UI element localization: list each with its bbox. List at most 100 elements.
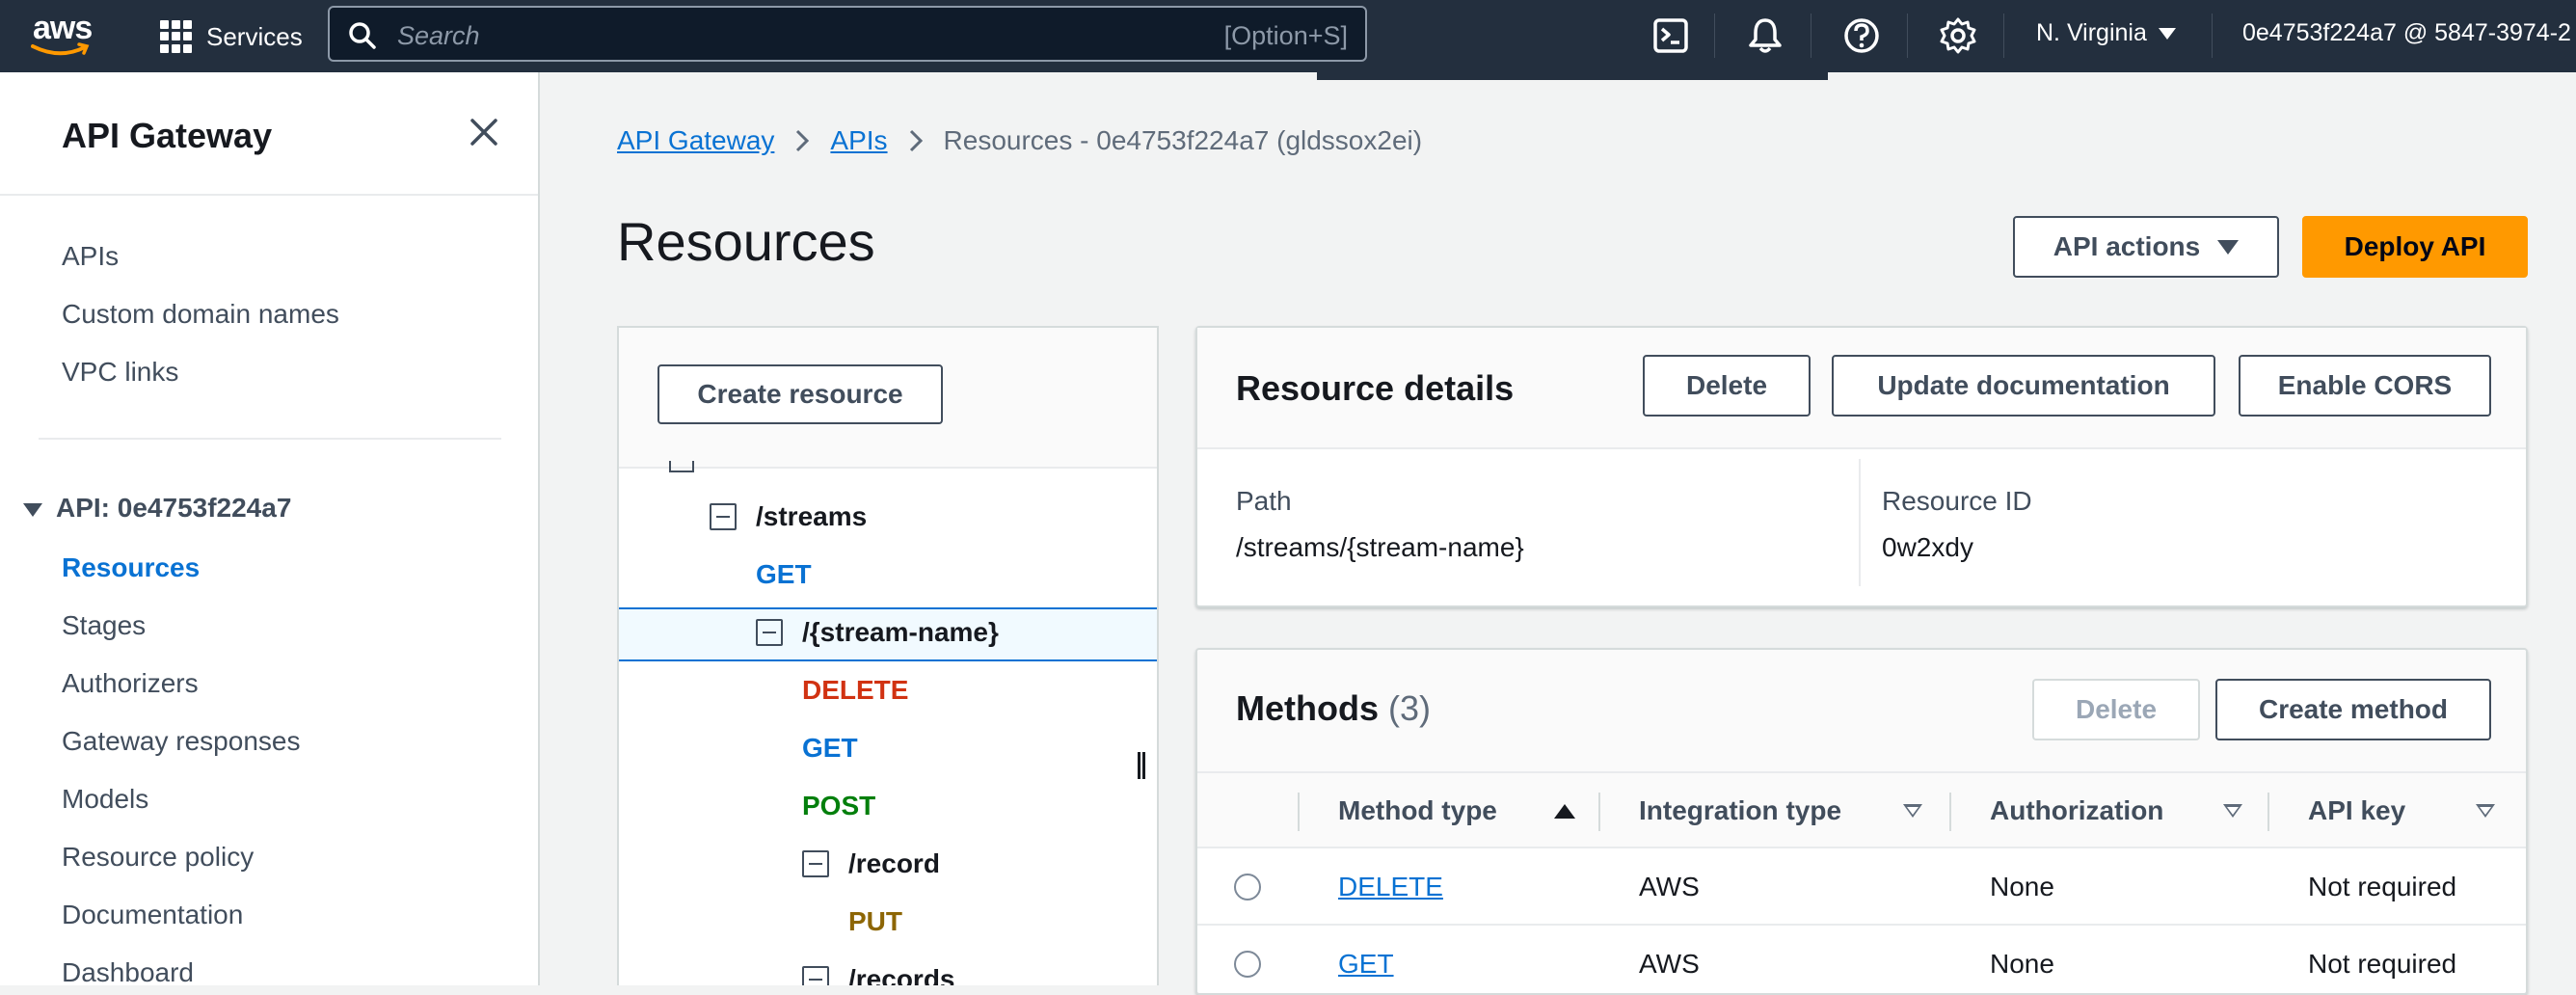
column-integration-type[interactable]: Integration type: [1639, 773, 1841, 848]
sidebar-divider: [0, 194, 538, 196]
sidebar-title: API Gateway: [62, 116, 273, 155]
cloudshell-icon[interactable]: [1650, 15, 1691, 56]
update-documentation-button[interactable]: Update documentation: [1832, 355, 2215, 417]
method-link[interactable]: GET: [1338, 949, 1394, 980]
region-selector[interactable]: N. Virginia: [2036, 19, 2176, 47]
sort-ascending-icon[interactable]: [1554, 804, 1575, 819]
row-radio[interactable]: [1234, 951, 1261, 978]
minus-square-icon[interactable]: [710, 503, 737, 530]
deploy-api-button[interactable]: Deploy API: [2302, 216, 2528, 278]
account-menu[interactable]: 0e4753f224a7 @ 5847-3974-2: [2242, 19, 2571, 47]
sidebar-item-custom-domain-names[interactable]: Custom domain names: [62, 299, 339, 330]
aws-logo[interactable]: aws: [31, 10, 98, 62]
breadcrumb: API Gateway APIs Resources - 0e4753f224a…: [617, 125, 1422, 156]
sidebar-item-apis[interactable]: APIs: [62, 241, 119, 272]
breadcrumb-api-gateway[interactable]: API Gateway: [617, 125, 774, 156]
minus-square-icon[interactable]: [802, 966, 829, 985]
method-link[interactable]: DELETE: [1338, 872, 1443, 902]
tree-node-label: /records: [848, 964, 955, 985]
resource-tree-panel: Create resource /streams GET /{stream-na…: [617, 326, 1159, 985]
resource-details-panel: Resource details Delete Update documenta…: [1195, 326, 2528, 607]
tree-method-put[interactable]: PUT: [848, 895, 902, 949]
sort-icon[interactable]: [2476, 804, 2495, 818]
close-icon[interactable]: [467, 115, 501, 149]
create-method-button[interactable]: Create method: [2215, 679, 2491, 740]
sidebar-item-models[interactable]: Models: [62, 784, 148, 815]
delete-method-button[interactable]: Delete: [2032, 679, 2200, 740]
help-icon[interactable]: [1841, 15, 1882, 56]
search-placeholder: Search: [397, 21, 480, 50]
table-header: Method type Integration type Authorizati…: [1197, 771, 2526, 848]
delete-resource-button[interactable]: Delete: [1643, 355, 1811, 417]
sidebar: API Gateway APIs Custom domain names VPC…: [0, 72, 540, 988]
sidebar-item-dashboard[interactable]: Dashboard: [62, 957, 194, 988]
methods-title-text: Methods: [1236, 688, 1379, 728]
services-menu[interactable]: Services: [160, 17, 303, 56]
create-resource-button[interactable]: Create resource: [657, 364, 943, 424]
chevron-right-icon: [909, 129, 923, 152]
column-method-type[interactable]: Method type: [1338, 773, 1497, 848]
resource-details-header: Resource details Delete Update documenta…: [1197, 328, 2526, 449]
tree-method-post[interactable]: POST: [802, 779, 875, 833]
api-key-cell: Not required: [2308, 949, 2457, 979]
search-input[interactable]: Search [Option+S]: [328, 6, 1367, 62]
tree-method-get[interactable]: GET: [802, 721, 858, 775]
sidebar-item-gateway-responses[interactable]: Gateway responses: [62, 726, 300, 757]
column-api-key[interactable]: API key: [2308, 773, 2405, 848]
api-key-cell: Not required: [2308, 872, 2457, 901]
tree-header: Create resource: [619, 328, 1157, 469]
chevron-right-icon: [796, 129, 810, 152]
caret-down-icon: [2158, 28, 2176, 40]
column-authorization[interactable]: Authorization: [1990, 773, 2163, 848]
minus-square-icon[interactable]: [756, 619, 783, 646]
sidebar-item-resource-policy[interactable]: Resource policy: [62, 842, 254, 873]
services-label: Services: [206, 21, 303, 51]
sidebar-item-vpc-links[interactable]: VPC links: [62, 357, 178, 388]
methods-header: Methods (3) Delete Create method: [1197, 650, 2526, 771]
row-radio[interactable]: [1234, 874, 1261, 901]
tree-method-get[interactable]: GET: [756, 548, 812, 602]
breadcrumb-apis[interactable]: APIs: [830, 125, 887, 156]
page-title: Resources: [617, 211, 875, 272]
nav-tab-indicator: [1317, 72, 1828, 80]
sidebar-item-authorizers[interactable]: Authorizers: [62, 668, 199, 699]
tree-node-label: /{stream-name}: [802, 617, 999, 647]
bell-icon[interactable]: [1745, 15, 1785, 56]
methods-title: Methods (3): [1236, 688, 1431, 729]
path-value: /streams/{stream-name}: [1236, 532, 1524, 562]
authorization-cell: None: [1990, 872, 2054, 901]
gear-icon[interactable]: [1938, 15, 1978, 56]
sidebar-item-resources[interactable]: Resources: [62, 552, 200, 583]
sidebar-item-stages[interactable]: Stages: [62, 610, 146, 641]
search-icon: [349, 22, 376, 49]
tree-node-stream-name[interactable]: /{stream-name}: [756, 605, 999, 659]
caret-down-icon: [23, 502, 42, 517]
enable-cors-button[interactable]: Enable CORS: [2239, 355, 2491, 417]
methods-count: (3): [1388, 688, 1432, 728]
table-row[interactable]: DELETE AWS None Not required: [1197, 848, 2526, 926]
sort-icon[interactable]: [1903, 804, 1922, 818]
panel-resize-handle[interactable]: [1138, 752, 1147, 779]
methods-panel: Methods (3) Delete Create method Method …: [1195, 648, 2528, 995]
sidebar-divider: [39, 438, 501, 440]
tree-node-records[interactable]: /records: [802, 953, 955, 985]
api-actions-button[interactable]: API actions: [2013, 216, 2279, 278]
resource-id-label: Resource ID: [1882, 486, 2032, 516]
minus-square-icon[interactable]: [802, 850, 829, 877]
path-label: Path: [1236, 486, 1292, 516]
breadcrumb-current: Resources - 0e4753f224a7 (gldssox2ei): [943, 125, 1423, 155]
tree-method-delete[interactable]: DELETE: [802, 663, 908, 717]
tree-node-streams[interactable]: /streams: [710, 490, 867, 544]
authorization-cell: None: [1990, 949, 2054, 979]
sort-icon[interactable]: [2223, 804, 2242, 818]
sidebar-api-section[interactable]: API: 0e4753f224a7: [23, 493, 291, 524]
table-row[interactable]: GET AWS None Not required: [1197, 926, 2526, 993]
top-navigation: aws Services Search [Option+S] N. Virgin…: [0, 0, 2576, 72]
resource-details-title: Resource details: [1236, 368, 1515, 408]
tree-node-label: /streams: [756, 501, 868, 531]
sidebar-item-documentation[interactable]: Documentation: [62, 900, 243, 930]
column-divider: [1859, 459, 1861, 586]
tree-node-record[interactable]: /record: [802, 837, 940, 891]
aws-smile-icon: [31, 42, 90, 56]
grid-icon: [160, 20, 193, 53]
